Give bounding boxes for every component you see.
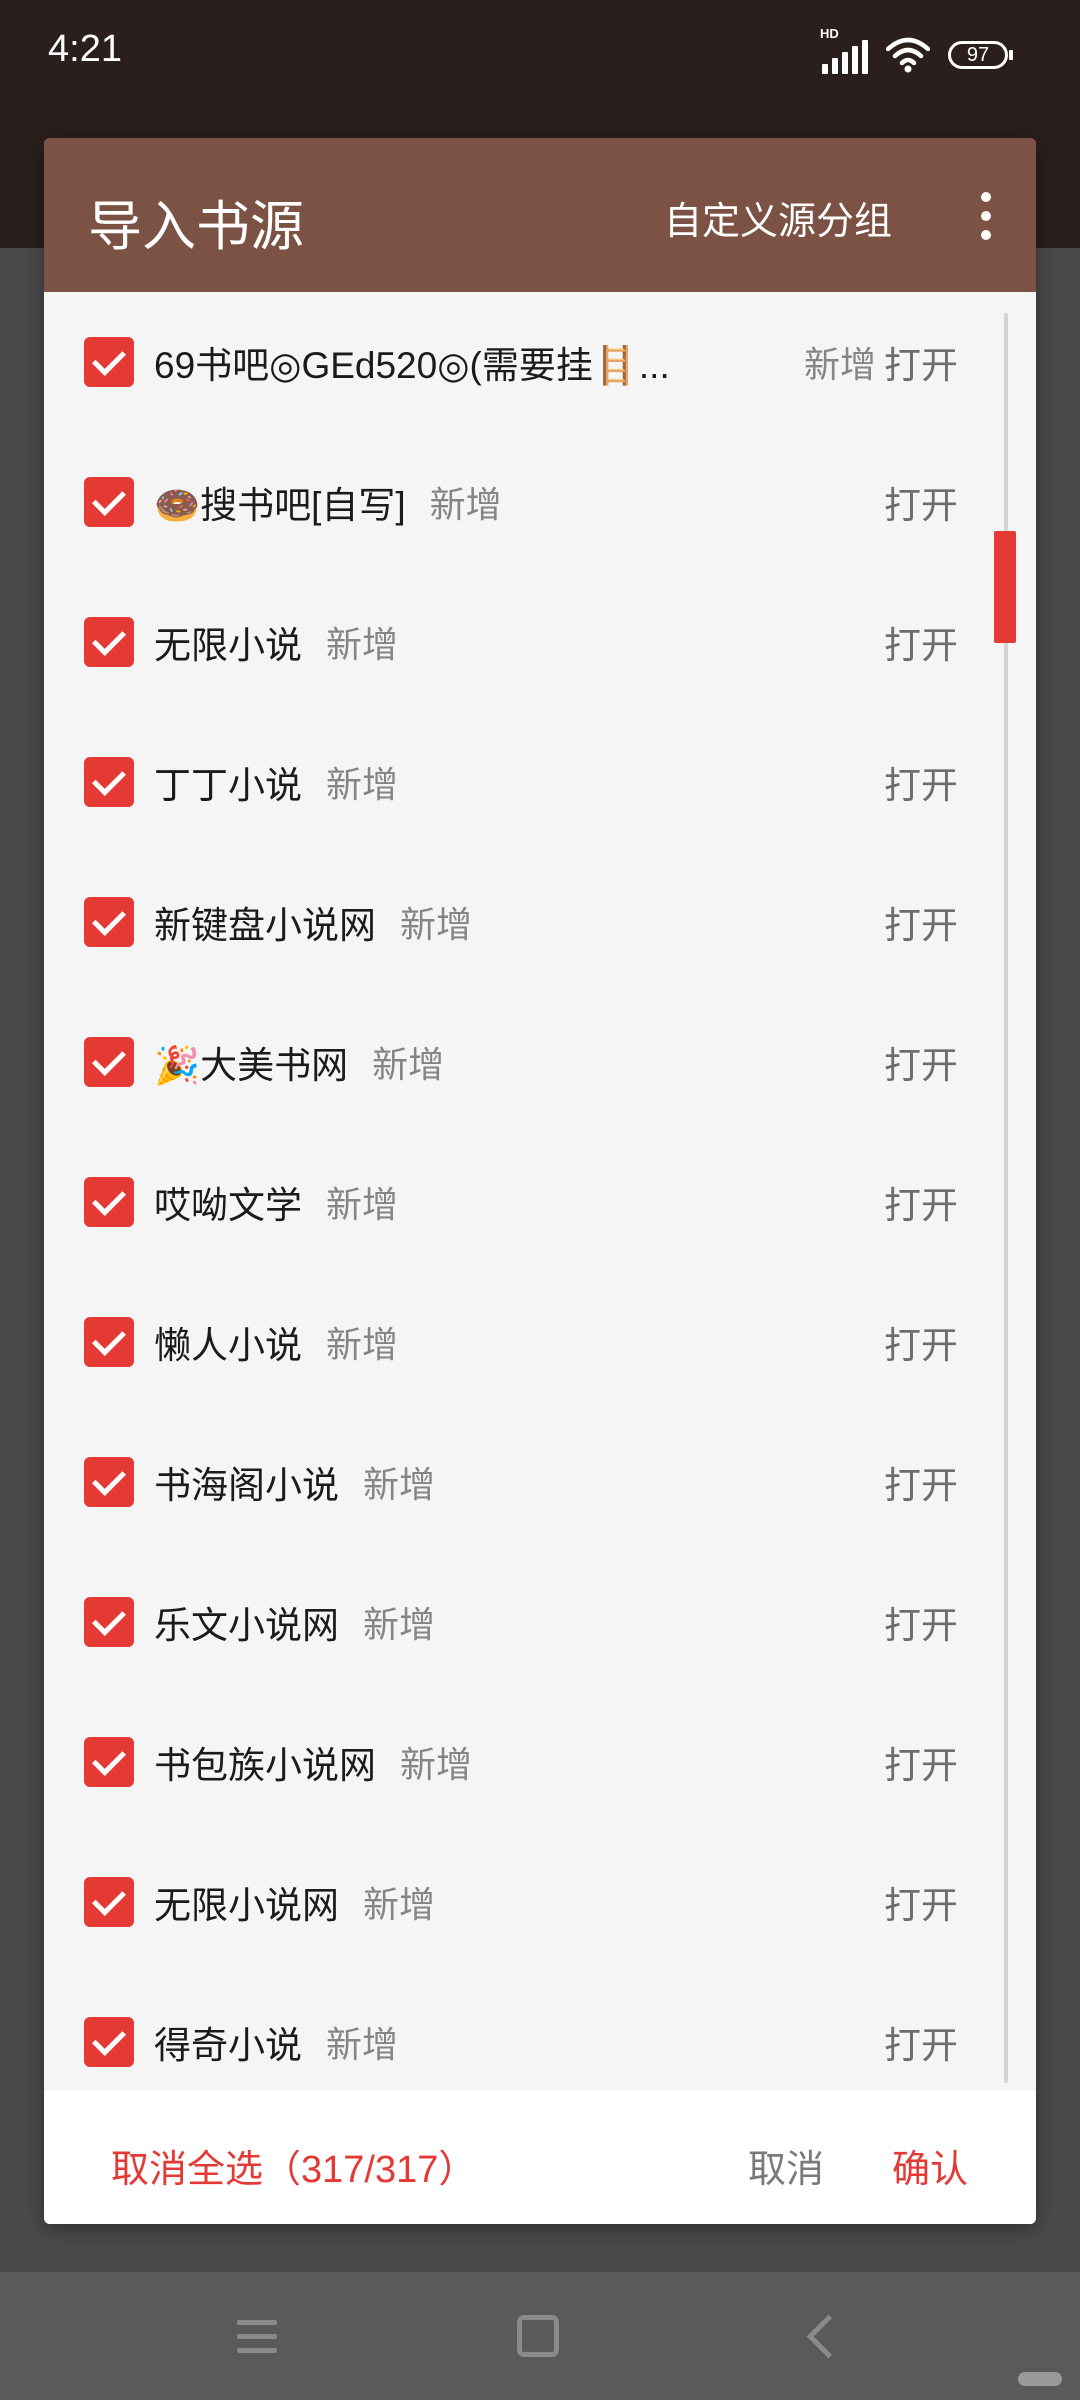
list-item[interactable]: 丁丁小说 新增 打开 [44, 712, 1036, 852]
checkbox[interactable] [84, 477, 134, 527]
cancel-button[interactable]: 取消 [748, 2138, 824, 2193]
checkbox[interactable] [84, 2017, 134, 2067]
open-button[interactable]: 打开 [884, 1035, 958, 1089]
source-name: 新键盘小说网 [154, 905, 376, 946]
source-name: 69书吧◎GEd520◎(需要挂🪜... [154, 345, 670, 386]
list-item[interactable]: 无限小说 新增 打开 [44, 572, 1036, 712]
back-icon[interactable] [806, 2314, 850, 2358]
open-button[interactable]: 打开 [884, 475, 958, 529]
list-item[interactable]: 书包族小说网 新增 打开 [44, 1692, 1036, 1832]
source-tag: 新增 [326, 2024, 399, 2065]
list-item[interactable]: 哎呦文学 新增 打开 [44, 1132, 1036, 1272]
more-vertical-icon[interactable] [980, 192, 992, 240]
checkbox[interactable] [84, 337, 134, 387]
source-name: 🍩搜书吧[自写] [154, 485, 406, 526]
unselect-all-button[interactable]: 取消全选（317/317） [111, 2138, 476, 2193]
source-name: 得奇小说 [154, 2025, 302, 2066]
checkbox[interactable] [84, 617, 134, 667]
source-name: 书包族小说网 [154, 1745, 376, 1786]
list-item[interactable]: 新键盘小说网 新增 打开 [44, 852, 1036, 992]
source-tag: 新增 [363, 1464, 436, 1505]
checkbox[interactable] [84, 1737, 134, 1787]
source-tag: 新增 [326, 1324, 399, 1365]
list-item[interactable]: 无限小说网 新增 打开 [44, 1832, 1036, 1972]
confirm-button[interactable]: 确认 [892, 2138, 968, 2193]
source-tag: 新增 [400, 1744, 473, 1785]
list-item[interactable]: 🎉大美书网 新增 打开 [44, 992, 1036, 1132]
checkbox[interactable] [84, 1457, 134, 1507]
scrollbar-thumb[interactable] [994, 531, 1016, 643]
checkbox[interactable] [84, 757, 134, 807]
list-item[interactable]: 69书吧◎GEd520◎(需要挂🪜... 新增 打开 [44, 292, 1036, 432]
open-button[interactable]: 打开 [884, 1315, 958, 1369]
open-button[interactable]: 打开 [884, 2015, 958, 2069]
source-tag: 新增 [804, 344, 877, 385]
source-tag: 新增 [326, 1184, 399, 1225]
source-name: 无限小说 [154, 625, 302, 666]
source-tag: 新增 [363, 1884, 436, 1925]
open-button[interactable]: 打开 [884, 1455, 958, 1509]
source-tag: 新增 [326, 764, 399, 805]
status-icons: HD 97 [820, 26, 1013, 80]
source-list[interactable]: 69书吧◎GEd520◎(需要挂🪜... 新增 打开 🍩搜书吧[自写] 新增 打… [44, 292, 1036, 2222]
source-name: 无限小说网 [154, 1885, 339, 1926]
dialog-footer: 取消全选（317/317） 取消 确认 [44, 2090, 1036, 2224]
dialog-title: 导入书源 [88, 197, 304, 257]
signal-icon: HD [820, 26, 868, 74]
gesture-pill [1018, 2372, 1062, 2386]
battery-icon: 97 [948, 41, 1013, 69]
open-button[interactable]: 打开 [884, 1175, 958, 1229]
source-name: 丁丁小说 [154, 765, 302, 806]
list-item[interactable]: 乐文小说网 新增 打开 [44, 1552, 1036, 1692]
list-item[interactable]: 懒人小说 新增 打开 [44, 1272, 1036, 1412]
battery-level: 97 [966, 43, 990, 66]
source-tag: 新增 [400, 904, 473, 945]
open-button[interactable]: 打开 [884, 1595, 958, 1649]
home-icon[interactable] [516, 2315, 559, 2357]
checkbox[interactable] [84, 897, 134, 947]
source-name: 书海阁小说 [154, 1465, 339, 1506]
network-label: HD [820, 26, 839, 41]
checkbox[interactable] [84, 1597, 134, 1647]
checkbox[interactable] [84, 1177, 134, 1227]
custom-group-button[interactable]: 自定义源分组 [664, 190, 892, 245]
source-name: 哎呦文学 [154, 1185, 302, 1226]
dialog-header: 导入书源 自定义源分组 [44, 138, 1036, 292]
list-item[interactable]: 书海阁小说 新增 打开 [44, 1412, 1036, 1552]
menu-icon[interactable] [236, 2319, 277, 2353]
wifi-icon [886, 37, 930, 73]
checkbox[interactable] [84, 1877, 134, 1927]
list-item[interactable]: 🍩搜书吧[自写] 新增 打开 [44, 432, 1036, 572]
source-name: 🎉大美书网 [154, 1045, 349, 1086]
import-source-dialog: 导入书源 自定义源分组 69书吧◎GEd520◎(需要挂🪜... 新增 打开 🍩… [44, 138, 1036, 2224]
checkbox[interactable] [84, 1037, 134, 1087]
open-button[interactable]: 打开 [884, 1735, 958, 1789]
open-button[interactable]: 打开 [884, 1875, 958, 1929]
source-tag: 新增 [363, 1604, 436, 1645]
source-tag: 新增 [429, 484, 502, 525]
open-button[interactable]: 打开 [884, 335, 958, 389]
open-button[interactable]: 打开 [884, 615, 958, 669]
source-name: 懒人小说 [154, 1325, 302, 1366]
source-tag: 新增 [372, 1044, 445, 1085]
checkbox[interactable] [84, 1317, 134, 1367]
open-button[interactable]: 打开 [884, 895, 958, 949]
open-button[interactable]: 打开 [884, 755, 958, 809]
status-time: 4:21 [48, 28, 122, 70]
source-tag: 新增 [326, 624, 399, 665]
navigation-bar [0, 2272, 1080, 2400]
source-name: 乐文小说网 [154, 1605, 339, 1646]
